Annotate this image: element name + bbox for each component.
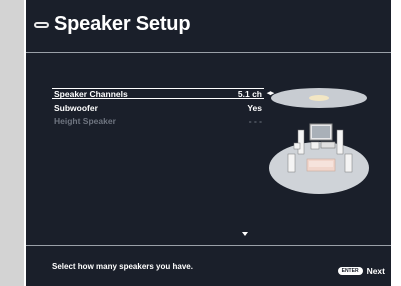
next-button[interactable]: ENTER Next <box>337 266 385 276</box>
menu-item-label: Height Speaker <box>54 115 116 126</box>
settings-menu: Speaker Channels 5.1 ch ◂▸ Subwoofer Yes… <box>52 88 274 127</box>
menu-item-speaker-channels[interactable]: Speaker Channels 5.1 ch ◂▸ <box>52 88 274 99</box>
remote-icon <box>34 21 49 28</box>
enter-key-icon: ENTER <box>337 267 363 275</box>
menu-item-label: Speaker Channels <box>54 88 128 99</box>
front-right-speaker-icon <box>336 129 344 155</box>
title-row: Speaker Setup <box>34 13 191 36</box>
right-margin <box>393 0 401 286</box>
menu-item-value: 5.1 ch <box>237 88 262 99</box>
help-text: Select how many speakers you have. <box>52 262 193 271</box>
surround-left-speaker-icon <box>287 153 296 173</box>
surround-right-speaker-icon <box>344 153 353 173</box>
center-speaker-icon <box>310 141 320 150</box>
header-divider <box>26 52 391 53</box>
menu-item-value: - - - <box>248 115 262 126</box>
next-label: Next <box>366 266 385 276</box>
setup-screen: Speaker Setup Speaker Channels 5.1 ch ◂▸… <box>24 0 393 286</box>
scroll-down-icon[interactable] <box>242 232 248 236</box>
menu-item-label: Subwoofer <box>54 102 98 113</box>
front-left-speaker-icon <box>297 129 305 155</box>
speaker-layout-illustration <box>269 88 369 194</box>
ceiling-light <box>309 95 329 101</box>
page-title: Speaker Setup <box>54 13 191 35</box>
menu-item-value: Yes <box>247 102 262 113</box>
menu-item-subwoofer[interactable]: Subwoofer Yes <box>52 101 264 114</box>
subwoofer-icon <box>293 142 301 150</box>
menu-item-height-speaker: Height Speaker - - - <box>52 114 264 127</box>
footer-divider <box>26 245 391 246</box>
receiver-icon <box>320 141 336 149</box>
